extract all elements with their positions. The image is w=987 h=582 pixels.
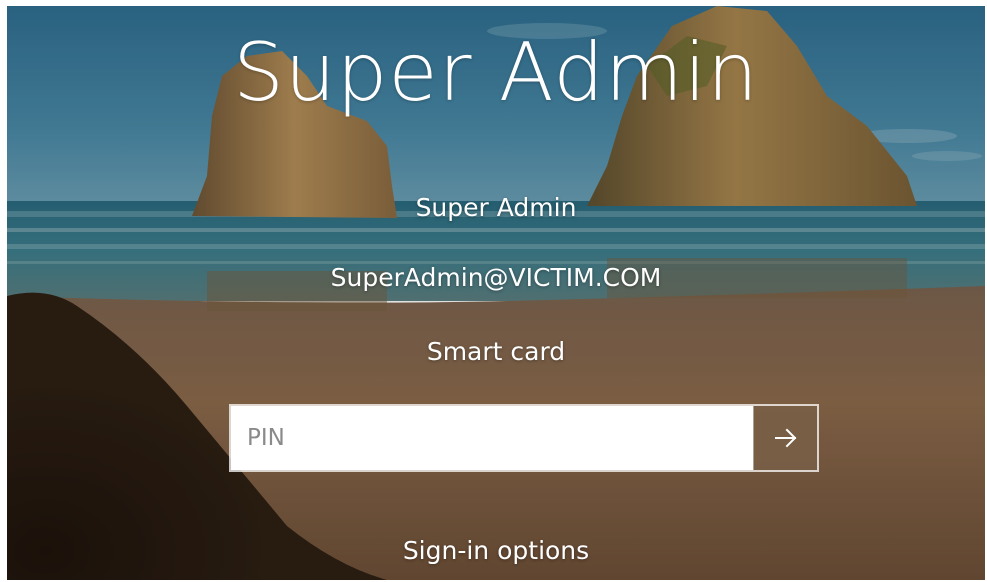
submit-pin-button[interactable]	[753, 406, 817, 470]
lock-screen: Super Admin Super Admin SuperAdmin@VICTI…	[7, 6, 985, 580]
pin-entry-row	[229, 404, 819, 472]
sign-in-options-row: Sign-in options	[7, 536, 985, 565]
sign-in-panel: Super Admin Super Admin SuperAdmin@VICTI…	[7, 6, 985, 580]
user-name-large: Super Admin	[233, 26, 759, 119]
arrow-right-icon	[774, 428, 796, 448]
sign-in-method-label: Smart card	[426, 337, 566, 366]
pin-input[interactable]	[231, 406, 753, 470]
account-display-name: Super Admin	[415, 193, 577, 222]
account-email: SuperAdmin@VICTIM.COM	[330, 263, 662, 292]
sign-in-options-link[interactable]: Sign-in options	[403, 536, 589, 565]
